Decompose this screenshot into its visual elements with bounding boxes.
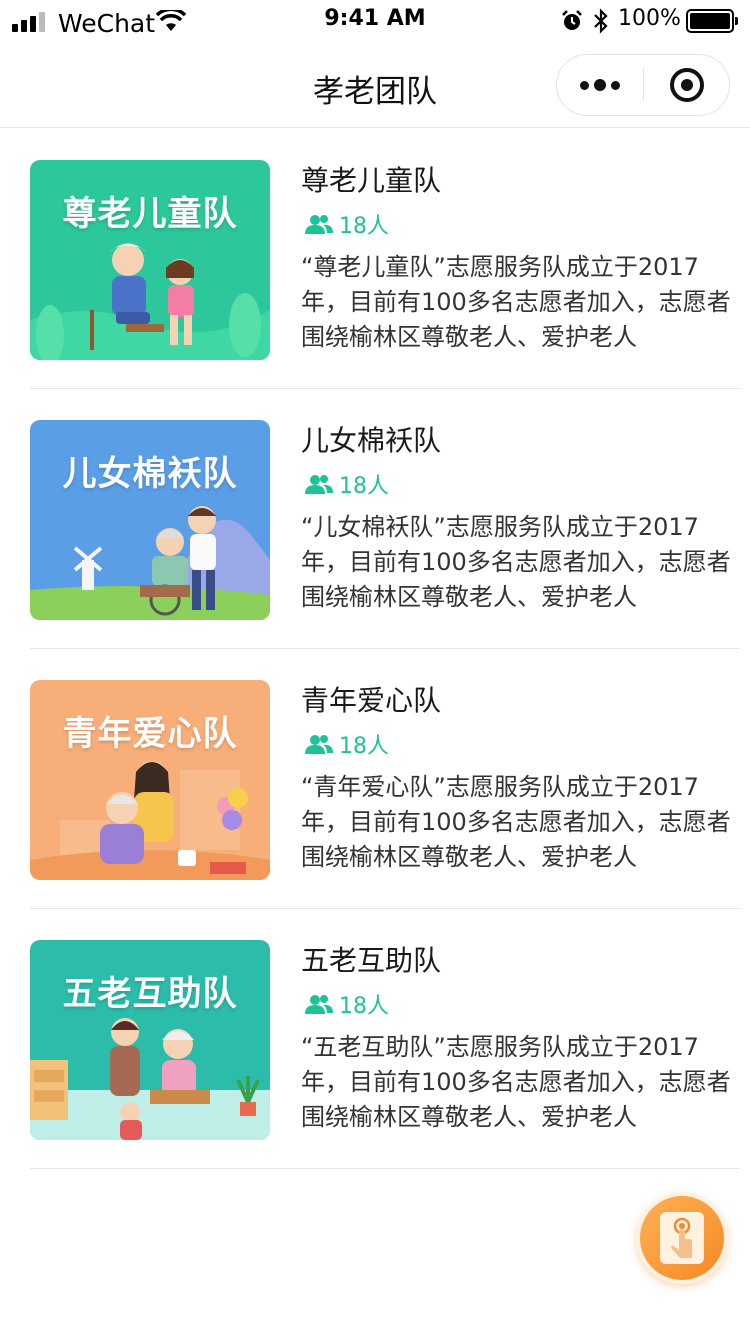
- bluetooth-icon: [594, 8, 608, 34]
- member-count-label: 18人: [339, 474, 389, 499]
- team-item[interactable]: 儿女棉袄队 儿女棉袄队 18人 “儿女棉袄队”志愿服务队成立于2017年，目前有…: [30, 389, 740, 649]
- touch-icon: [660, 1212, 704, 1264]
- team-name: 五老互助队: [301, 944, 442, 977]
- battery-icon: [686, 9, 738, 33]
- team-description: “青年爱心队”志愿服务队成立于2017年，目前有100多名志愿者加入，志愿者围绕…: [301, 773, 731, 871]
- thumbnail-title: 五老互助队: [62, 974, 238, 1014]
- thumbnail-title: 青年爱心队: [62, 714, 238, 754]
- people-icon: [305, 735, 333, 754]
- team-item[interactable]: 青年爱心队 青年爱心队 18人 “青年爱心队”志愿服务队成立于2017年，目前有…: [30, 649, 740, 909]
- team-item[interactable]: 尊老儿童队 尊老儿童队 18人 “尊老儿童队”志愿服务队成立于2017年，目前有…: [30, 129, 740, 389]
- member-count: 18人: [305, 988, 389, 1020]
- team-name: 儿女棉袄队: [301, 424, 442, 457]
- more-icon[interactable]: [557, 55, 643, 115]
- people-icon: [305, 475, 333, 494]
- battery-percent: 100%: [618, 6, 681, 31]
- member-count-label: 18人: [339, 994, 389, 1019]
- team-name: 青年爱心队: [301, 684, 442, 717]
- member-count-label: 18人: [339, 214, 389, 239]
- team-name: 尊老儿童队: [301, 164, 442, 197]
- floating-action-button[interactable]: [636, 1192, 728, 1284]
- thumbnail-title: 尊老儿童队: [62, 194, 238, 234]
- alarm-icon: [562, 10, 582, 30]
- member-count-label: 18人: [339, 734, 389, 759]
- thumbnail-title: 儿女棉袄队: [62, 454, 238, 494]
- team-thumbnail: 尊老儿童队: [30, 160, 270, 360]
- team-item[interactable]: 五老互助队 五老互助队 18人 “五老互助队”志愿服务队成立于2017年，目前有…: [30, 909, 740, 1169]
- team-thumbnail: 儿女棉袄队: [30, 420, 270, 620]
- nav-bar: 孝老团队: [0, 42, 750, 128]
- mini-program-capsule: [556, 54, 730, 116]
- member-count: 18人: [305, 208, 389, 240]
- team-description: “尊老儿童队”志愿服务队成立于2017年，目前有100多名志愿者加入，志愿者围绕…: [301, 253, 731, 351]
- team-list: 尊老儿童队 尊老儿童队 18人 “尊老儿童队”志愿服务队成立于2017年，目前有…: [30, 129, 740, 1169]
- team-thumbnail: 五老互助队: [30, 940, 270, 1140]
- people-icon: [305, 215, 333, 234]
- close-icon[interactable]: [644, 55, 730, 115]
- status-bar: WeChat 9:41 AM 100%: [0, 0, 750, 42]
- people-icon: [305, 995, 333, 1014]
- member-count: 18人: [305, 728, 389, 760]
- team-description: “五老互助队”志愿服务队成立于2017年，目前有100多名志愿者加入，志愿者围绕…: [301, 1033, 731, 1131]
- team-thumbnail: 青年爱心队: [30, 680, 270, 880]
- team-description: “儿女棉袄队”志愿服务队成立于2017年，目前有100多名志愿者加入，志愿者围绕…: [301, 513, 731, 611]
- member-count: 18人: [305, 468, 389, 500]
